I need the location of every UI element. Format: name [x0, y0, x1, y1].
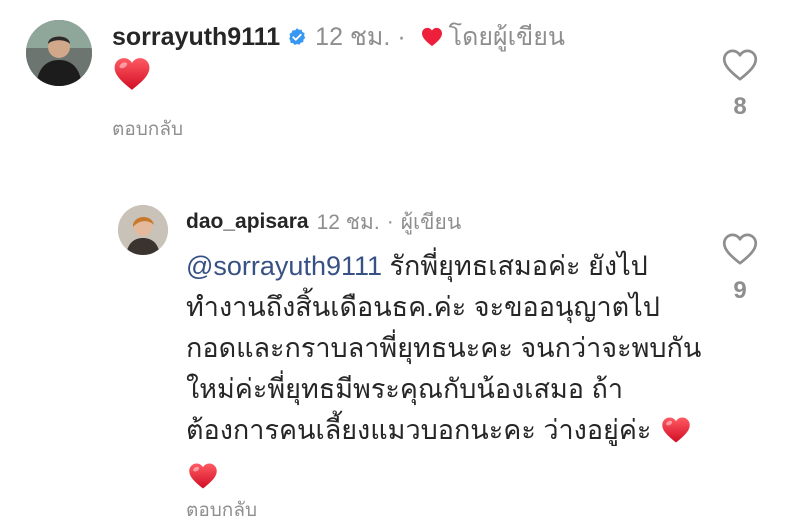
reply-button[interactable]: ตอบกลับ — [112, 114, 183, 144]
like-count: 9 — [733, 277, 747, 304]
comment-header: sorrayuth9111 12 ชม. · โดยผู้เขียน — [112, 18, 565, 56]
reply-avatar[interactable] — [118, 205, 168, 255]
comment-time: 12 ชม. — [315, 23, 391, 51]
comment-like: 8 — [718, 48, 762, 121]
separator-dot: · — [386, 210, 394, 233]
reply-text: @sorrayuth9111 รักพี่ยุทธเสมอค่ะ ยังไปทำ… — [186, 246, 706, 502]
red-heart-icon — [421, 27, 443, 47]
reply-button[interactable]: ตอบกลับ — [186, 495, 257, 525]
heart-outline-icon[interactable] — [722, 232, 758, 271]
red-heart-emoji — [661, 415, 691, 456]
liked-by-author-label: โดยผู้เขียน — [448, 23, 565, 51]
comment-username[interactable]: sorrayuth9111 — [112, 23, 280, 52]
avatar[interactable] — [26, 20, 92, 86]
red-heart-emoji — [113, 56, 151, 97]
separator-dot: · — [397, 22, 406, 51]
author-label: ผู้เขียน — [400, 210, 462, 234]
reply-username[interactable]: dao_apisara — [186, 210, 309, 234]
reply-header: dao_apisara 12 ชม. · ผู้เขียน — [186, 205, 461, 239]
heart-outline-icon[interactable] — [722, 48, 758, 87]
reply-like: 9 — [718, 232, 762, 305]
mention-link[interactable]: @sorrayuth9111 — [186, 251, 382, 281]
verified-badge-icon — [287, 27, 307, 47]
reply-time: 12 ชม. — [316, 210, 380, 234]
like-count: 8 — [733, 93, 747, 120]
